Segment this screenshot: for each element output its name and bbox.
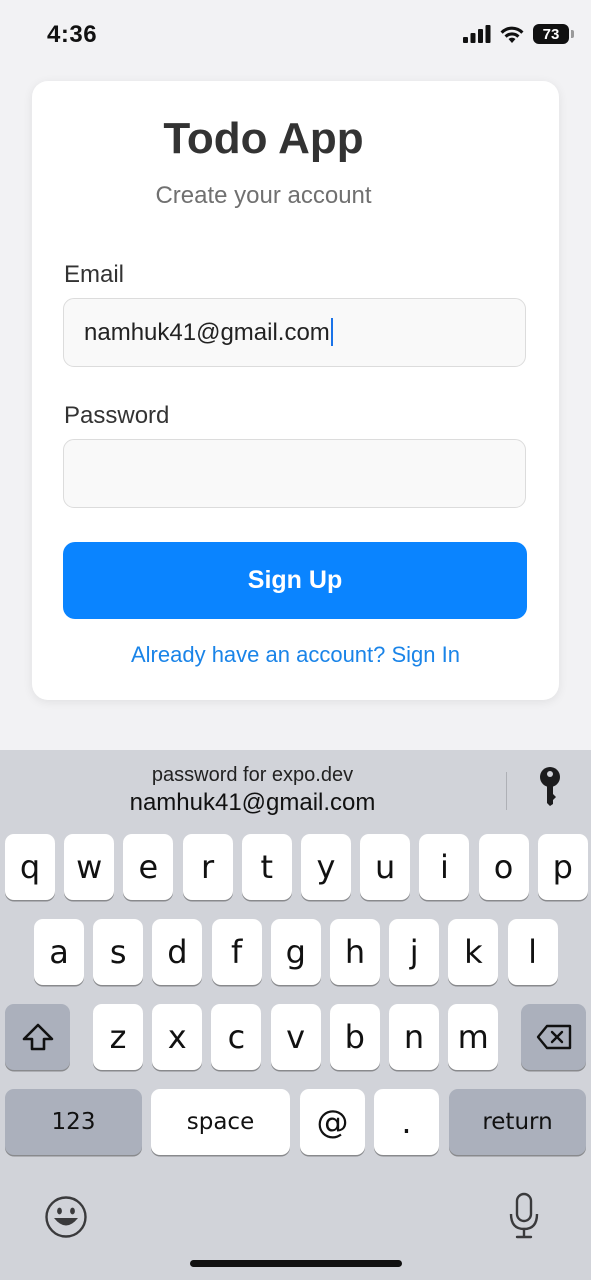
- key-m[interactable]: m: [448, 1004, 499, 1070]
- key-icon[interactable]: [537, 766, 563, 806]
- text-caret: [330, 318, 333, 347]
- status-bar: 4:36 73: [0, 0, 591, 72]
- app-title: Todo App: [163, 114, 364, 163]
- status-time: 4:36: [47, 21, 98, 48]
- key-j[interactable]: j: [389, 919, 440, 985]
- keyboard: password for expo.dev namhuk41@gmail.com…: [0, 750, 591, 1280]
- home-indicator[interactable]: [190, 1260, 402, 1267]
- space-key[interactable]: space: [151, 1089, 290, 1155]
- battery-level: 73: [542, 25, 560, 43]
- key-i[interactable]: i: [419, 834, 470, 900]
- wifi-icon: [500, 26, 524, 43]
- key-z[interactable]: z: [93, 1004, 143, 1070]
- email-field[interactable]: namhuk41@gmail.com: [63, 298, 526, 367]
- key-w[interactable]: w: [64, 834, 115, 900]
- key-p[interactable]: p: [537, 834, 588, 900]
- signin-link[interactable]: Already have an account? Sign In: [0, 642, 591, 668]
- password-label: Password: [64, 402, 170, 429]
- password-field[interactable]: [63, 439, 526, 508]
- backspace-key[interactable]: [521, 1004, 586, 1070]
- key-o[interactable]: o: [478, 834, 529, 900]
- key-s[interactable]: s: [93, 919, 144, 985]
- cellular-signal-icon: [463, 25, 491, 43]
- key-t[interactable]: t: [241, 834, 292, 900]
- key-y[interactable]: y: [301, 834, 351, 900]
- key-b[interactable]: b: [329, 1004, 380, 1070]
- key-e[interactable]: e: [123, 834, 174, 900]
- microphone-icon[interactable]: [507, 1192, 541, 1240]
- autofill-account: namhuk41@gmail.com: [129, 789, 376, 816]
- key-c[interactable]: c: [211, 1004, 262, 1070]
- suggestion-divider: [506, 772, 507, 810]
- shift-key[interactable]: [5, 1004, 70, 1070]
- backspace-icon: [536, 1024, 571, 1050]
- numbers-key[interactable]: 123: [5, 1089, 142, 1155]
- shift-icon: [22, 1023, 53, 1051]
- key-h[interactable]: h: [330, 919, 380, 985]
- key-r[interactable]: r: [182, 834, 233, 900]
- key-q[interactable]: q: [5, 834, 55, 900]
- email-label: Email: [64, 261, 125, 288]
- subtitle: Create your account: [155, 182, 372, 209]
- emoji-icon[interactable]: [44, 1195, 88, 1239]
- email-value: namhuk41@gmail.com: [84, 318, 333, 347]
- password-autofill-suggestion[interactable]: password for expo.dev namhuk41@gmail.com: [0, 750, 505, 830]
- battery-icon: 73: [533, 24, 574, 44]
- key-n[interactable]: n: [389, 1004, 439, 1070]
- key-l[interactable]: l: [507, 919, 558, 985]
- key-a[interactable]: a: [34, 919, 84, 985]
- key-u[interactable]: u: [360, 834, 411, 900]
- key-x[interactable]: x: [152, 1004, 203, 1070]
- return-key[interactable]: return: [449, 1089, 586, 1155]
- key-d[interactable]: d: [152, 919, 203, 985]
- dot-key[interactable]: .: [374, 1089, 439, 1155]
- key-k[interactable]: k: [448, 919, 499, 985]
- signup-button[interactable]: Sign Up: [63, 542, 527, 619]
- autofill-site: password for expo.dev: [151, 764, 354, 786]
- key-g[interactable]: g: [270, 919, 321, 985]
- status-icons: 73: [463, 24, 574, 44]
- key-v[interactable]: v: [270, 1004, 321, 1070]
- key-f[interactable]: f: [211, 919, 262, 985]
- at-key[interactable]: @: [300, 1089, 365, 1155]
